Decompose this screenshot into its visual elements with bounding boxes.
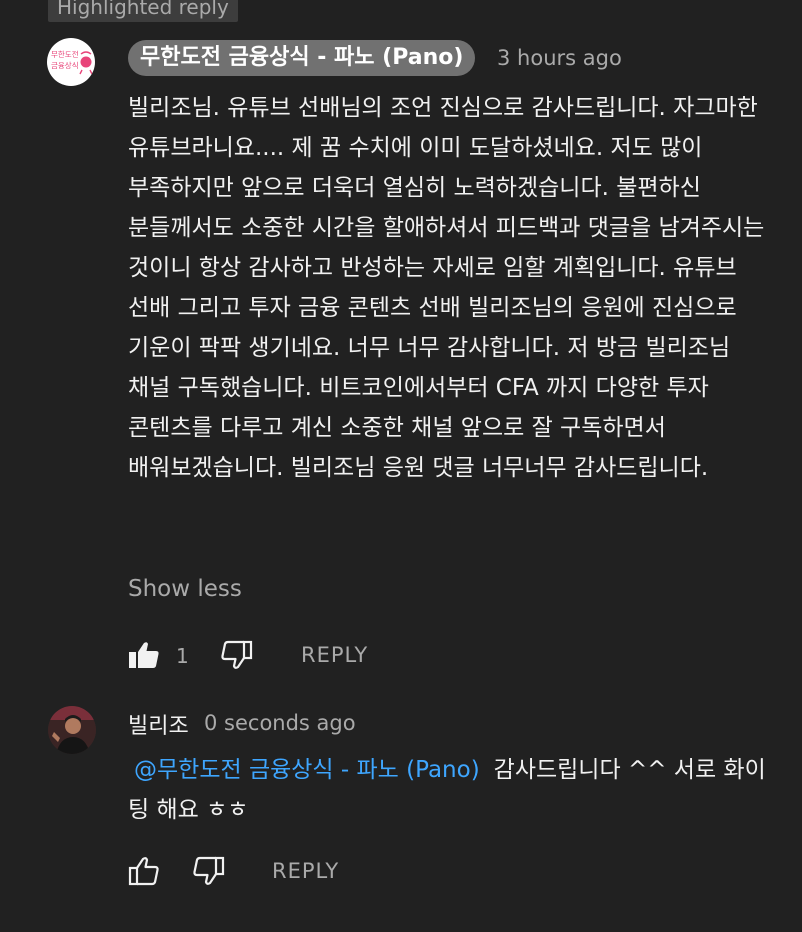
reply-avatar[interactable] (48, 706, 96, 754)
reply-author[interactable]: 빌리조 (128, 708, 189, 740)
like-button[interactable] (128, 640, 160, 674)
comment-timestamp[interactable]: 3 hours ago (497, 46, 622, 70)
reply-text: @무한도전 금융상식 - 파노 (Pano) 감사드립니다 ^^ 서로 화이팅 해… (128, 750, 768, 830)
avatar[interactable]: 무한도전 금융상식 (47, 38, 95, 86)
thumbs-down-icon (221, 640, 253, 669)
thumbs-up-outline-icon (128, 857, 159, 886)
dislike-button[interactable] (219, 640, 253, 674)
reply-like-button[interactable] (128, 856, 160, 890)
thumbs-down-icon (193, 856, 225, 885)
reply-button[interactable]: REPLY (301, 643, 368, 667)
reply-dislike-button[interactable] (191, 856, 225, 890)
thumbs-up-filled-icon (129, 642, 159, 668)
user-photo (48, 706, 96, 754)
show-less-button[interactable]: Show less (128, 576, 242, 602)
comment-text: 빌리조님. 유튜브 선배님의 조언 진심으로 감사드립니다. 자그마한 유튜브라… (128, 95, 765, 481)
mention-link[interactable]: @무한도전 금융상식 - 파노 (Pano) (128, 757, 494, 783)
channel-logo: 무한도전 금융상식 (51, 49, 93, 75)
like-count: 1 (176, 644, 189, 668)
comment-author-chip[interactable]: 무한도전 금융상식 - 파노 (Pano) (128, 40, 476, 76)
reply-timestamp[interactable]: 0 seconds ago (204, 711, 356, 735)
reply-reply-button[interactable]: REPLY (272, 859, 339, 883)
highlighted-reply-badge: Highlighted reply (48, 0, 238, 22)
avatar-text-bottom: 금융상식 (51, 60, 79, 70)
avatar-text-top: 무한도전 (51, 49, 79, 59)
